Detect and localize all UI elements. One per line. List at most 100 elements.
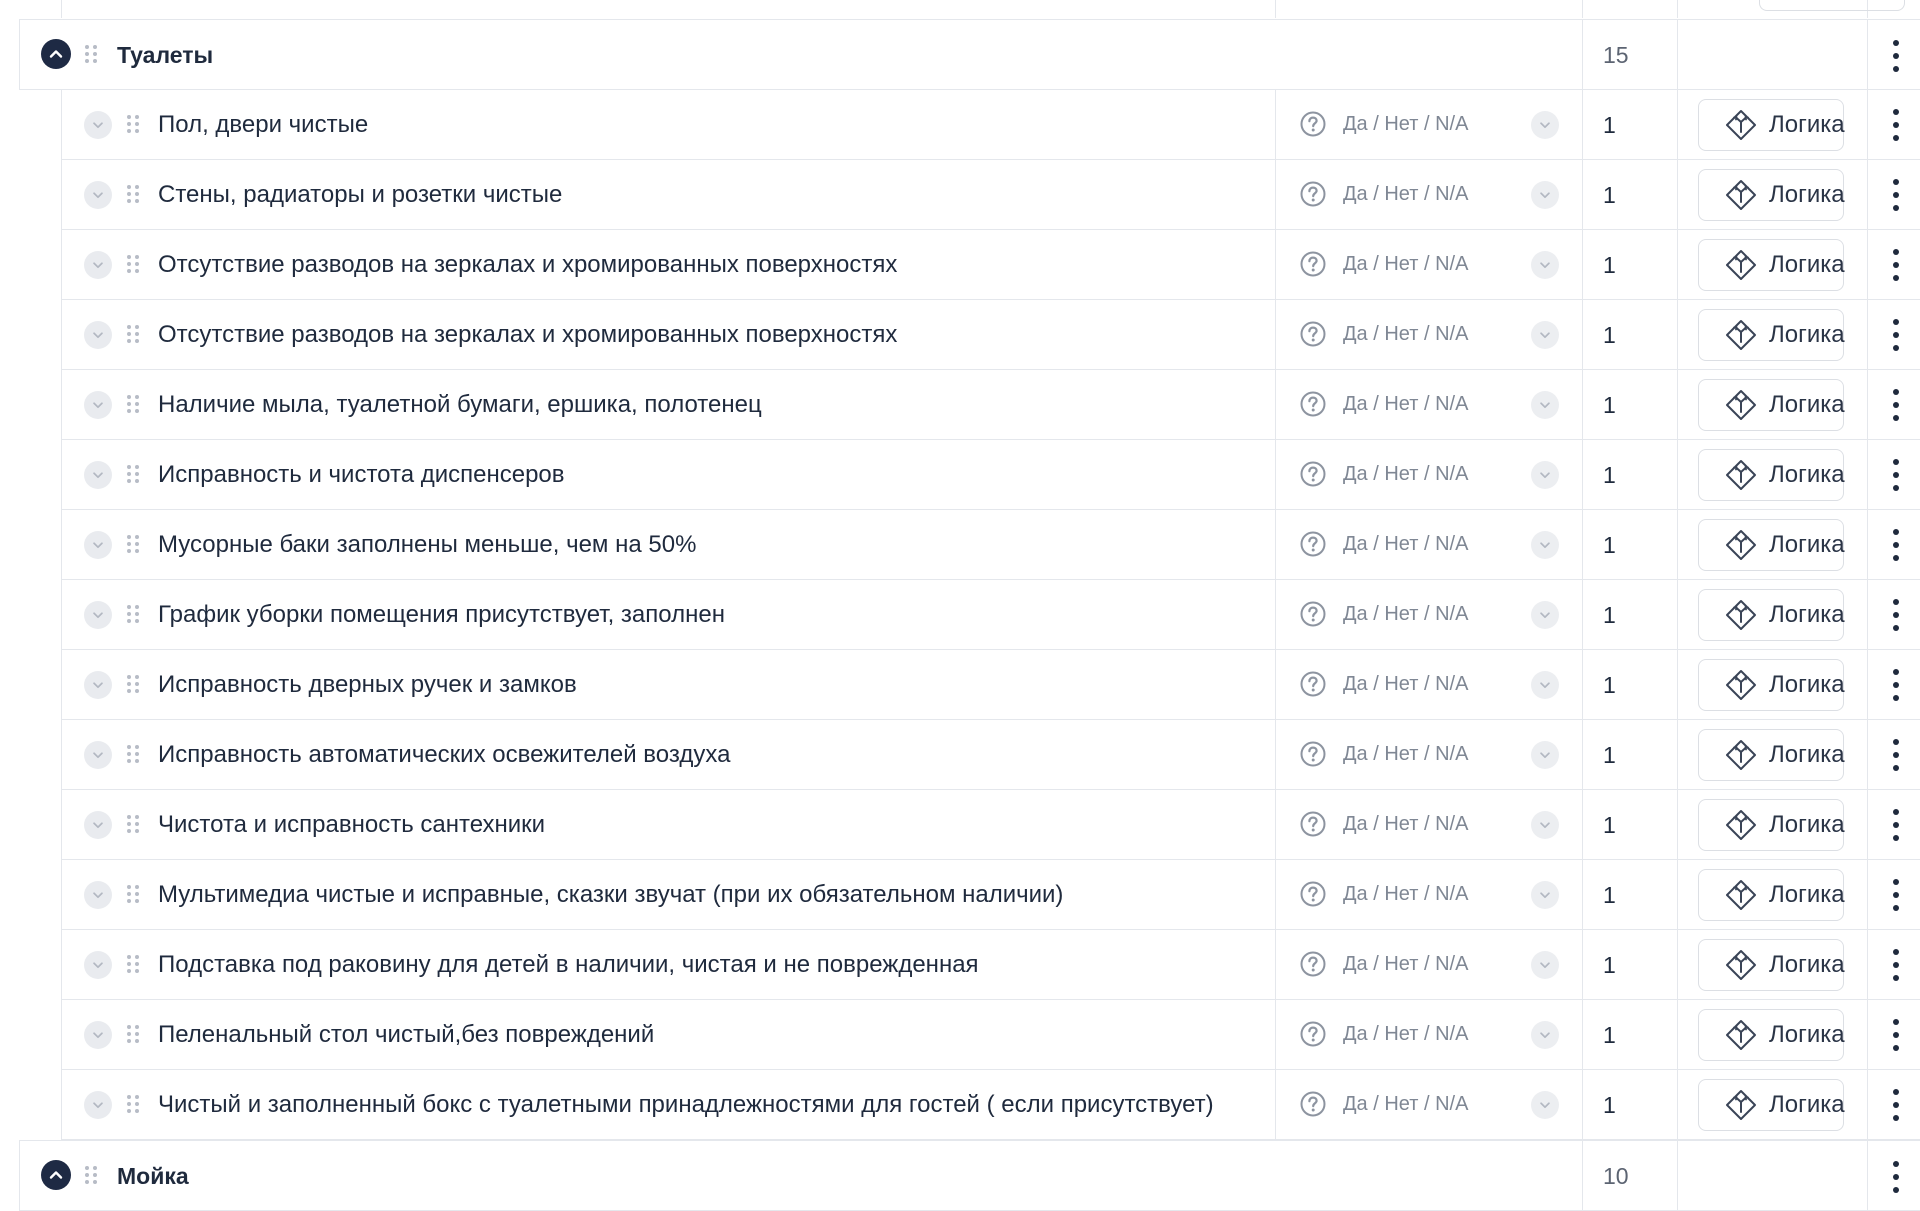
kebab-menu-icon[interactable] [1884, 525, 1908, 565]
logic-button[interactable]: Логика [1698, 659, 1845, 711]
question-circle-icon[interactable] [1299, 1090, 1327, 1118]
question-title[interactable]: Исправность дверных ручек и замков [158, 671, 577, 699]
drag-handle-icon[interactable] [127, 255, 141, 273]
question-score[interactable]: 1 [1603, 321, 1616, 349]
kebab-menu-icon[interactable] [1884, 175, 1908, 215]
question-title[interactable]: Чистота и исправность сантехники [158, 811, 545, 839]
response-type[interactable]: Да / Нет / N/A [1343, 322, 1468, 346]
response-type[interactable]: Да / Нет / N/A [1343, 532, 1468, 556]
chevron-down-icon[interactable] [84, 531, 112, 559]
question-title[interactable]: Подставка под раковину для детей в налич… [158, 951, 979, 979]
question-title[interactable]: Чистый и заполненный бокс с туалетными п… [158, 1091, 1214, 1119]
question-circle-icon[interactable] [1299, 1020, 1327, 1048]
question-circle-icon[interactable] [1299, 460, 1327, 488]
response-dropdown-chevron-icon[interactable] [1531, 1091, 1559, 1119]
kebab-menu-icon[interactable] [1884, 245, 1908, 285]
logic-button-stub[interactable] [1759, 0, 1905, 11]
kebab-menu-icon[interactable] [1884, 1085, 1908, 1125]
question-score[interactable]: 1 [1603, 741, 1616, 769]
chevron-down-icon[interactable] [84, 1021, 112, 1049]
kebab-menu-icon[interactable] [1884, 735, 1908, 775]
response-type[interactable]: Да / Нет / N/A [1343, 812, 1468, 836]
question-score[interactable]: 1 [1603, 181, 1616, 209]
response-dropdown-chevron-icon[interactable] [1531, 391, 1559, 419]
question-circle-icon[interactable] [1299, 950, 1327, 978]
drag-handle-icon[interactable] [127, 535, 141, 553]
logic-button[interactable]: Логика [1698, 589, 1845, 641]
drag-handle-icon[interactable] [127, 885, 141, 903]
logic-button[interactable]: Логика [1698, 169, 1845, 221]
logic-button[interactable]: Логика [1698, 1079, 1845, 1131]
response-type[interactable]: Да / Нет / N/A [1343, 112, 1468, 136]
response-dropdown-chevron-icon[interactable] [1531, 111, 1559, 139]
drag-handle-icon[interactable] [127, 325, 141, 343]
drag-handle-icon[interactable] [127, 605, 141, 623]
response-dropdown-chevron-icon[interactable] [1531, 461, 1559, 489]
chevron-down-icon[interactable] [84, 881, 112, 909]
question-circle-icon[interactable] [1299, 530, 1327, 558]
response-type[interactable]: Да / Нет / N/A [1343, 602, 1468, 626]
question-circle-icon[interactable] [1299, 180, 1327, 208]
chevron-down-icon[interactable] [84, 601, 112, 629]
question-circle-icon[interactable] [1299, 600, 1327, 628]
response-dropdown-chevron-icon[interactable] [1531, 881, 1559, 909]
question-title[interactable]: Исправность и чистота диспенсеров [158, 461, 565, 489]
question-title[interactable]: Мусорные баки заполнены меньше, чем на 5… [158, 531, 696, 559]
chevron-down-icon[interactable] [84, 251, 112, 279]
chevron-down-icon[interactable] [84, 671, 112, 699]
response-dropdown-chevron-icon[interactable] [1531, 951, 1559, 979]
response-type[interactable]: Да / Нет / N/A [1343, 462, 1468, 486]
logic-button[interactable]: Логика [1698, 99, 1845, 151]
response-type[interactable]: Да / Нет / N/A [1343, 1022, 1468, 1046]
kebab-menu-icon[interactable] [1884, 105, 1908, 145]
response-dropdown-chevron-icon[interactable] [1531, 671, 1559, 699]
kebab-menu-icon[interactable] [1884, 945, 1908, 985]
drag-handle-icon[interactable] [85, 45, 99, 63]
question-score[interactable]: 1 [1603, 111, 1616, 139]
kebab-menu-icon[interactable] [1884, 875, 1908, 915]
chevron-down-icon[interactable] [84, 741, 112, 769]
drag-handle-icon[interactable] [85, 1166, 99, 1184]
logic-button[interactable]: Логика [1698, 799, 1845, 851]
drag-handle-icon[interactable] [127, 745, 141, 763]
response-dropdown-chevron-icon[interactable] [1531, 601, 1559, 629]
question-title[interactable]: Отсутствие разводов на зеркалах и хромир… [158, 251, 897, 279]
kebab-menu-icon[interactable] [1884, 665, 1908, 705]
logic-button[interactable]: Логика [1698, 519, 1845, 571]
question-title[interactable]: График уборки помещения присутствует, за… [158, 601, 725, 629]
question-circle-icon[interactable] [1299, 250, 1327, 278]
chevron-down-icon[interactable] [84, 461, 112, 489]
question-title[interactable]: Мультимедиа чистые и исправные, сказки з… [158, 881, 1063, 909]
drag-handle-icon[interactable] [127, 115, 141, 133]
question-score[interactable]: 1 [1603, 601, 1616, 629]
question-score[interactable]: 1 [1603, 531, 1616, 559]
response-dropdown-chevron-icon[interactable] [1531, 321, 1559, 349]
logic-button[interactable]: Логика [1698, 449, 1845, 501]
response-type[interactable]: Да / Нет / N/A [1343, 672, 1468, 696]
drag-handle-icon[interactable] [127, 395, 141, 413]
chevron-down-icon[interactable] [84, 111, 112, 139]
response-type[interactable]: Да / Нет / N/A [1343, 952, 1468, 976]
kebab-menu-icon[interactable] [1884, 315, 1908, 355]
drag-handle-icon[interactable] [127, 1095, 141, 1113]
drag-handle-icon[interactable] [127, 815, 141, 833]
question-circle-icon[interactable] [1299, 740, 1327, 768]
question-circle-icon[interactable] [1299, 810, 1327, 838]
response-dropdown-chevron-icon[interactable] [1531, 251, 1559, 279]
logic-button[interactable]: Логика [1698, 379, 1845, 431]
logic-button[interactable]: Логика [1698, 729, 1845, 781]
logic-button[interactable]: Логика [1698, 869, 1845, 921]
kebab-menu-icon[interactable] [1884, 36, 1908, 76]
question-score[interactable]: 1 [1603, 251, 1616, 279]
chevron-up-icon[interactable] [41, 39, 71, 69]
section-title[interactable]: Туалеты [117, 41, 213, 69]
drag-handle-icon[interactable] [127, 955, 141, 973]
logic-button[interactable]: Логика [1698, 239, 1845, 291]
kebab-menu-icon[interactable] [1884, 1157, 1908, 1197]
response-dropdown-chevron-icon[interactable] [1531, 181, 1559, 209]
kebab-menu-icon[interactable] [1884, 595, 1908, 635]
drag-handle-icon[interactable] [127, 675, 141, 693]
logic-button[interactable]: Логика [1698, 939, 1845, 991]
question-title[interactable]: Пеленальный стол чистый,без повреждений [158, 1021, 654, 1049]
question-circle-icon[interactable] [1299, 390, 1327, 418]
